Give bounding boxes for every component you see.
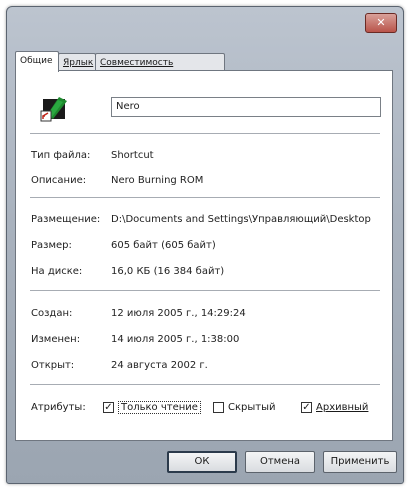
- apply-button[interactable]: Применить: [323, 451, 397, 473]
- tab-shortcut[interactable]: Ярлык: [58, 53, 96, 71]
- nero-app-icon: [40, 97, 67, 122]
- hidden-checkbox[interactable]: Скрытый: [213, 399, 276, 417]
- close-button[interactable]: ✕: [365, 13, 397, 33]
- checkbox-checked-icon: ✓: [301, 401, 312, 413]
- cancel-button[interactable]: Отмена: [245, 451, 315, 473]
- general-tab-panel: Nero Тип файла: Shortcut Описание: Nero …: [15, 70, 393, 441]
- name-input[interactable]: Nero: [111, 97, 381, 117]
- archive-checkbox-label: Архивный: [316, 402, 369, 413]
- created-value: 12 июля 2005 г., 14:29:24: [111, 308, 246, 319]
- divider: [30, 384, 380, 386]
- tab-strip: Общие Ярлык Совместимость: [15, 51, 315, 72]
- modified-label: Изменен:: [31, 334, 81, 345]
- file-type-value: Shortcut: [111, 150, 154, 161]
- tab-compatibility-label: Совместимость: [100, 58, 174, 68]
- attributes-row: Атрибуты: ✓ Только чтение Скрытый ✓ Архивн…: [31, 399, 386, 419]
- checkbox-unchecked-icon: [213, 401, 224, 413]
- location-label: Размещение:: [31, 214, 101, 225]
- divider: [30, 133, 380, 135]
- properties-dialog: ✕ Общие Ярлык Совместимость Nero Тип фай…: [6, 6, 404, 484]
- title-bar[interactable]: ✕: [7, 7, 403, 35]
- accessed-label: Открыт:: [31, 360, 75, 371]
- modified-value: 14 июля 2005 г., 1:38:00: [111, 334, 240, 345]
- ok-button[interactable]: ОК: [167, 451, 237, 473]
- size-on-disk-label: На диске:: [31, 266, 83, 277]
- readonly-checkbox[interactable]: ✓ Только чтение: [103, 399, 201, 417]
- size-value: 605 байт (605 байт): [111, 240, 216, 251]
- description-label: Описание:: [31, 175, 87, 186]
- accessed-value: 24 августа 2002 г.: [111, 360, 208, 371]
- tab-compatibility[interactable]: Совместимость: [95, 53, 225, 71]
- size-on-disk-value: 16,0 КБ (16 384 байт): [111, 266, 225, 277]
- description-value: Nero Burning ROM: [111, 175, 204, 186]
- attributes-label: Атрибуты:: [31, 402, 86, 413]
- divider: [30, 197, 380, 199]
- tab-general[interactable]: Общие: [15, 51, 59, 72]
- size-label: Размер:: [31, 240, 72, 251]
- file-type-label: Тип файла:: [31, 150, 91, 161]
- created-label: Создан:: [31, 308, 73, 319]
- location-value: D:\Documents and Settings\Управляющий\De…: [111, 214, 371, 225]
- divider: [30, 290, 380, 292]
- hidden-checkbox-label: Скрытый: [228, 402, 276, 413]
- tab-shortcut-label: Ярлык: [63, 58, 94, 68]
- archive-checkbox[interactable]: ✓ Архивный: [301, 399, 368, 417]
- checkbox-checked-icon: ✓: [103, 401, 114, 413]
- readonly-checkbox-label: Только чтение: [118, 401, 201, 414]
